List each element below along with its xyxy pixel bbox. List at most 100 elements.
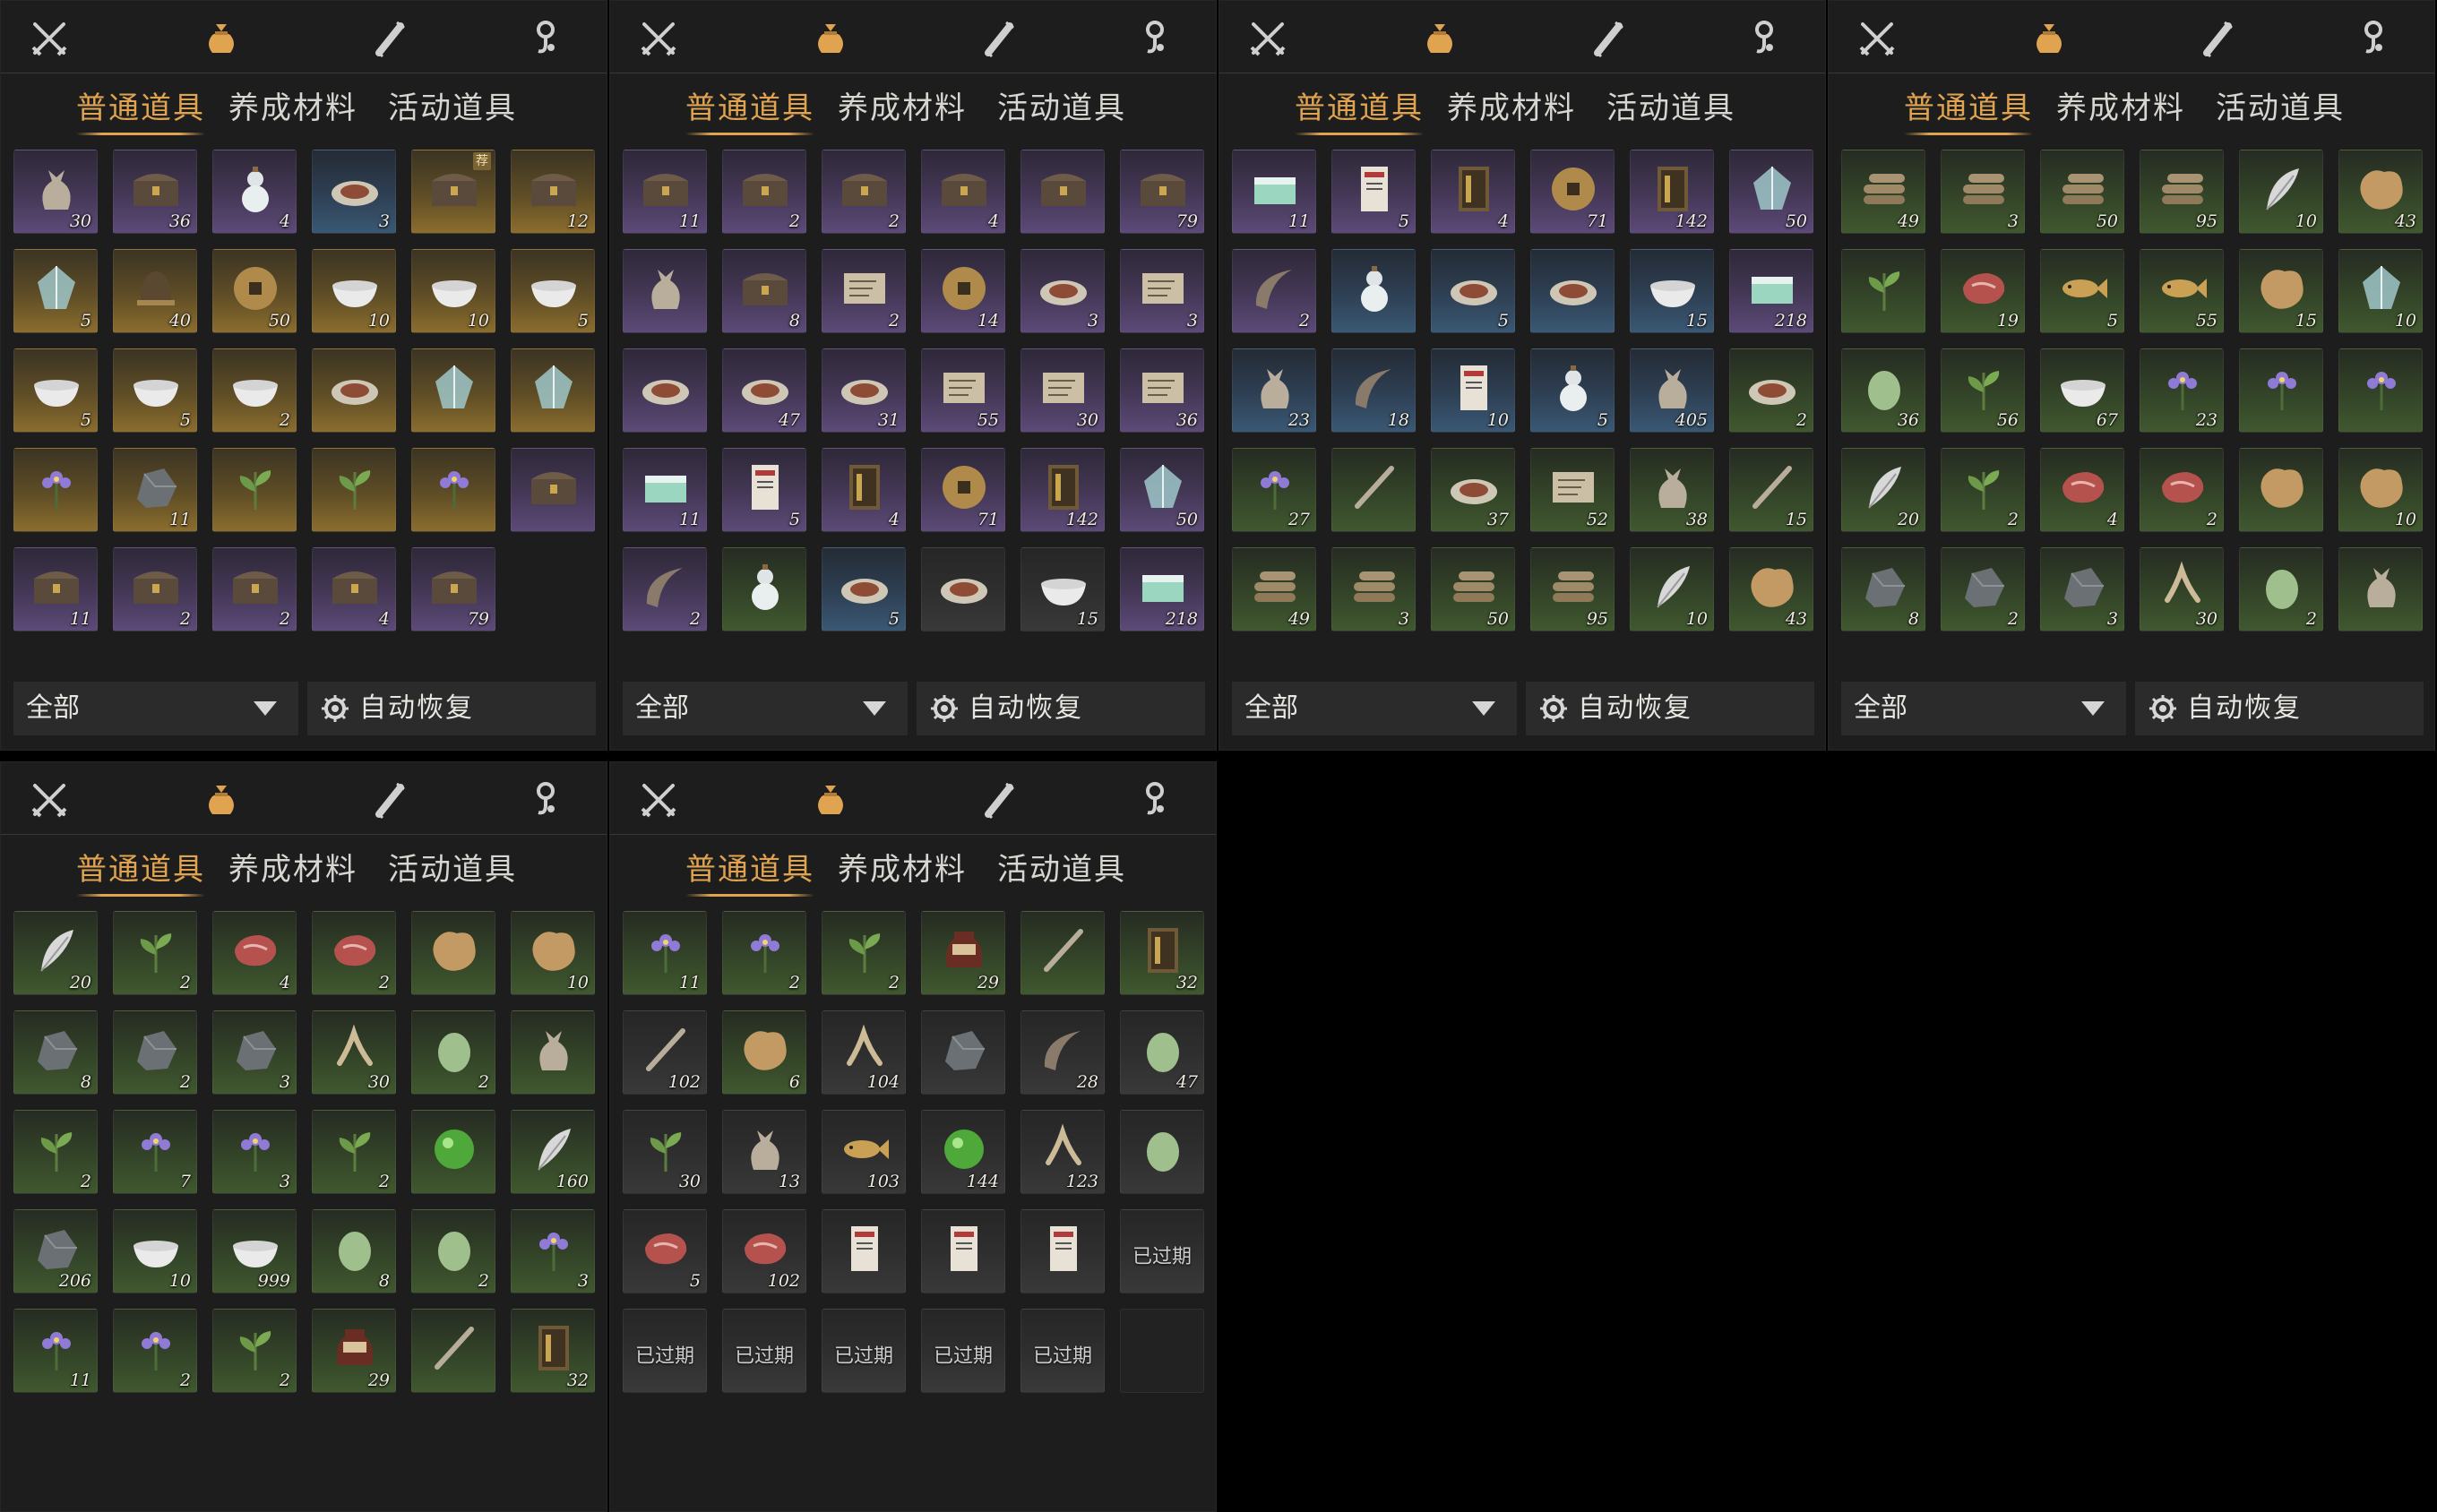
item-slot[interactable]: 47 xyxy=(1120,1010,1204,1095)
item-slot[interactable] xyxy=(623,249,707,333)
item-slot[interactable] xyxy=(1530,249,1615,333)
item-slot[interactable] xyxy=(2338,547,2423,631)
item-slot[interactable]: 50 xyxy=(212,249,297,333)
item-slot[interactable]: 104 xyxy=(822,1010,906,1095)
item-slot[interactable]: 8 xyxy=(13,1010,98,1095)
item-slot[interactable]: 55 xyxy=(921,348,1005,433)
tab-cultivation[interactable]: 养成材料 xyxy=(1447,87,1576,130)
tab-event[interactable]: 活动道具 xyxy=(388,848,517,891)
item-slot[interactable]: 37 xyxy=(1431,448,1515,532)
item-slot[interactable] xyxy=(822,1209,906,1293)
item-slot[interactable]: 3 xyxy=(212,1010,297,1095)
item-slot[interactable]: 10 xyxy=(1431,348,1515,433)
item-slot[interactable] xyxy=(212,448,297,532)
item-slot[interactable] xyxy=(13,448,98,532)
item-slot[interactable]: 11 xyxy=(1232,150,1316,234)
item-slot[interactable]: 102 xyxy=(623,1010,707,1095)
item-slot[interactable]: 4 xyxy=(212,150,297,234)
item-slot[interactable] xyxy=(2338,348,2423,433)
item-slot[interactable]: 2 xyxy=(312,911,396,995)
item-slot[interactable]: 4 xyxy=(822,448,906,532)
item-slot[interactable]: 5 xyxy=(1331,150,1416,234)
hook-icon[interactable] xyxy=(2352,17,2395,60)
item-slot[interactable]: 67 xyxy=(2040,348,2124,433)
tab-cultivation[interactable]: 养成材料 xyxy=(228,87,357,130)
item-slot[interactable]: 20 xyxy=(13,911,98,995)
item-slot[interactable] xyxy=(1120,1110,1204,1194)
tab-event[interactable]: 活动道具 xyxy=(997,848,1126,891)
item-slot[interactable]: 19 xyxy=(1941,249,2025,333)
item-slot[interactable]: 20 xyxy=(1841,448,1925,532)
item-slot[interactable]: 2 xyxy=(212,1309,297,1393)
item-slot[interactable]: 13 xyxy=(722,1110,806,1194)
item-slot[interactable]: 2 xyxy=(722,911,806,995)
hook-icon[interactable] xyxy=(1743,17,1786,60)
item-slot[interactable]: 103 xyxy=(822,1110,906,1194)
item-slot[interactable]: 11 xyxy=(623,911,707,995)
item-slot[interactable]: 8 xyxy=(722,249,806,333)
item-slot[interactable] xyxy=(511,448,595,532)
item-slot[interactable]: 79 xyxy=(411,547,495,631)
item-slot[interactable]: 8 xyxy=(312,1209,396,1293)
item-slot[interactable]: 荐 xyxy=(411,150,495,234)
item-slot[interactable]: 11 xyxy=(13,1309,98,1393)
item-slot[interactable]: 2 xyxy=(822,249,906,333)
item-slot[interactable]: 2 xyxy=(411,1010,495,1095)
item-slot[interactable]: 10 xyxy=(2239,150,2323,234)
tab-event[interactable]: 活动道具 xyxy=(1606,87,1735,130)
item-slot[interactable]: 43 xyxy=(2338,150,2423,234)
item-slot[interactable]: 4 xyxy=(212,911,297,995)
item-slot[interactable]: 55 xyxy=(2140,249,2224,333)
item-slot[interactable]: 40 xyxy=(113,249,197,333)
item-slot[interactable]: 2 xyxy=(113,911,197,995)
item-slot[interactable]: 3 xyxy=(1941,150,2025,234)
item-slot[interactable]: 3 xyxy=(511,1209,595,1293)
item-slot[interactable]: 2 xyxy=(1941,547,2025,631)
item-slot[interactable]: 5 xyxy=(722,448,806,532)
item-slot[interactable]: 4 xyxy=(921,150,1005,234)
item-slot[interactable]: 2 xyxy=(411,1209,495,1293)
tab-common[interactable]: 普通道具 xyxy=(76,87,205,135)
item-slot[interactable] xyxy=(921,547,1005,631)
item-slot[interactable]: 10 xyxy=(411,249,495,333)
item-slot[interactable]: 5 xyxy=(822,547,906,631)
item-slot[interactable]: 3 xyxy=(212,1110,297,1194)
item-slot[interactable]: 32 xyxy=(511,1309,595,1393)
item-slot[interactable]: 2 xyxy=(113,547,197,631)
tab-common[interactable]: 普通道具 xyxy=(685,848,814,897)
item-slot[interactable]: 142 xyxy=(1630,150,1714,234)
item-slot[interactable]: 27 xyxy=(1232,448,1316,532)
item-slot[interactable]: 5 xyxy=(113,348,197,433)
item-slot[interactable]: 已过期 xyxy=(822,1309,906,1393)
crossed-swords-icon[interactable] xyxy=(28,17,71,60)
item-slot[interactable]: 47 xyxy=(722,348,806,433)
item-slot[interactable]: 已过期 xyxy=(1020,1309,1105,1393)
item-slot[interactable] xyxy=(722,547,806,631)
item-slot[interactable] xyxy=(411,1110,495,1194)
item-slot[interactable]: 5 xyxy=(511,249,595,333)
hook-icon[interactable] xyxy=(1133,17,1176,60)
item-slot[interactable]: 3 xyxy=(1331,547,1416,631)
item-slot[interactable]: 10 xyxy=(312,249,396,333)
item-slot[interactable] xyxy=(511,348,595,433)
item-slot[interactable]: 30 xyxy=(1020,348,1105,433)
filter-dropdown[interactable]: 全部 xyxy=(13,682,298,735)
item-slot[interactable] xyxy=(312,448,396,532)
hook-icon[interactable] xyxy=(524,778,567,821)
tab-cultivation[interactable]: 养成材料 xyxy=(228,848,357,891)
item-slot[interactable]: 2 xyxy=(212,547,297,631)
item-slot[interactable]: 50 xyxy=(1729,150,1813,234)
item-slot[interactable]: 52 xyxy=(1530,448,1615,532)
item-slot[interactable]: 2 xyxy=(113,1309,197,1393)
item-slot[interactable]: 2 xyxy=(722,150,806,234)
item-slot[interactable]: 36 xyxy=(1120,348,1204,433)
item-slot[interactable] xyxy=(2239,348,2323,433)
item-slot[interactable]: 7 xyxy=(113,1110,197,1194)
item-slot[interactable]: 32 xyxy=(1120,911,1204,995)
item-slot[interactable]: 36 xyxy=(113,150,197,234)
item-slot[interactable]: 4 xyxy=(1431,150,1515,234)
pouch-icon[interactable] xyxy=(200,17,243,60)
item-slot[interactable] xyxy=(411,1309,495,1393)
item-slot[interactable]: 30 xyxy=(13,150,98,234)
item-slot[interactable]: 29 xyxy=(312,1309,396,1393)
